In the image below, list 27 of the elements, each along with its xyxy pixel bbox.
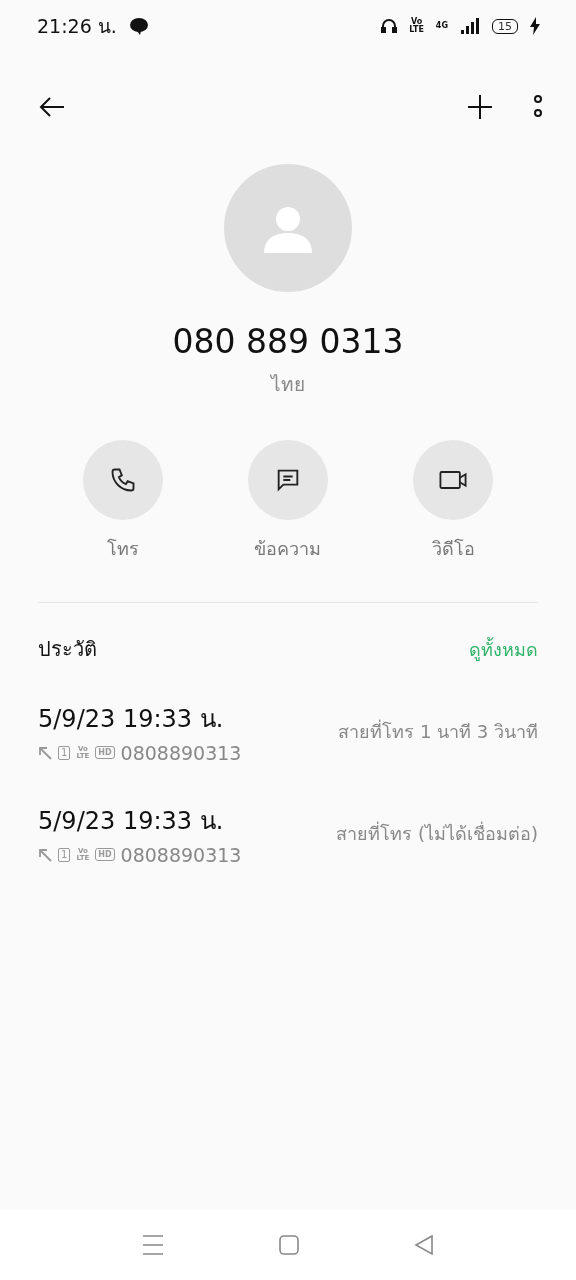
headphones-icon [381,18,398,34]
region-label: ไทย [269,372,306,397]
sim-indicator: 1 [58,847,71,862]
hd-badge: HD [95,848,115,861]
call-datetime: 5/9/23 19:33 น. [38,805,225,837]
call-status: สายที่โทร (ไม่ได้เชื่อมต่อ) [336,820,538,846]
call-number: 0808890313 [120,843,242,866]
signal-icon [460,18,480,34]
call-action-button[interactable]: โทร [57,439,188,564]
clock: 21:26 น. [37,14,117,39]
sim-indicator: 1 [58,745,71,760]
outgoing-arrow-icon [38,847,52,862]
volte-label: Vo LTE [409,18,424,34]
outgoing-arrow-icon [38,745,52,760]
call-datetime: 5/9/23 19:33 น. [38,703,225,735]
chat-bubble-icon [128,16,149,36]
hd-badge: HD [95,746,115,759]
history-heading: ประวัติ [38,636,97,663]
phone-number: 080 889 0313 [171,322,405,361]
view-all-link[interactable]: ดูทั้งหมด [469,634,538,664]
video-action-button[interactable]: วิดีโอ [388,439,519,564]
vertical-dots-icon [532,94,544,120]
network-type: 4G [435,22,448,30]
battery-level: 15 [492,18,518,34]
call-number: 0808890313 [120,741,242,764]
message-action-button[interactable]: ข้อความ [223,439,353,564]
call-status: สายที่โทร 1 นาที 3 วินาที [338,718,538,744]
